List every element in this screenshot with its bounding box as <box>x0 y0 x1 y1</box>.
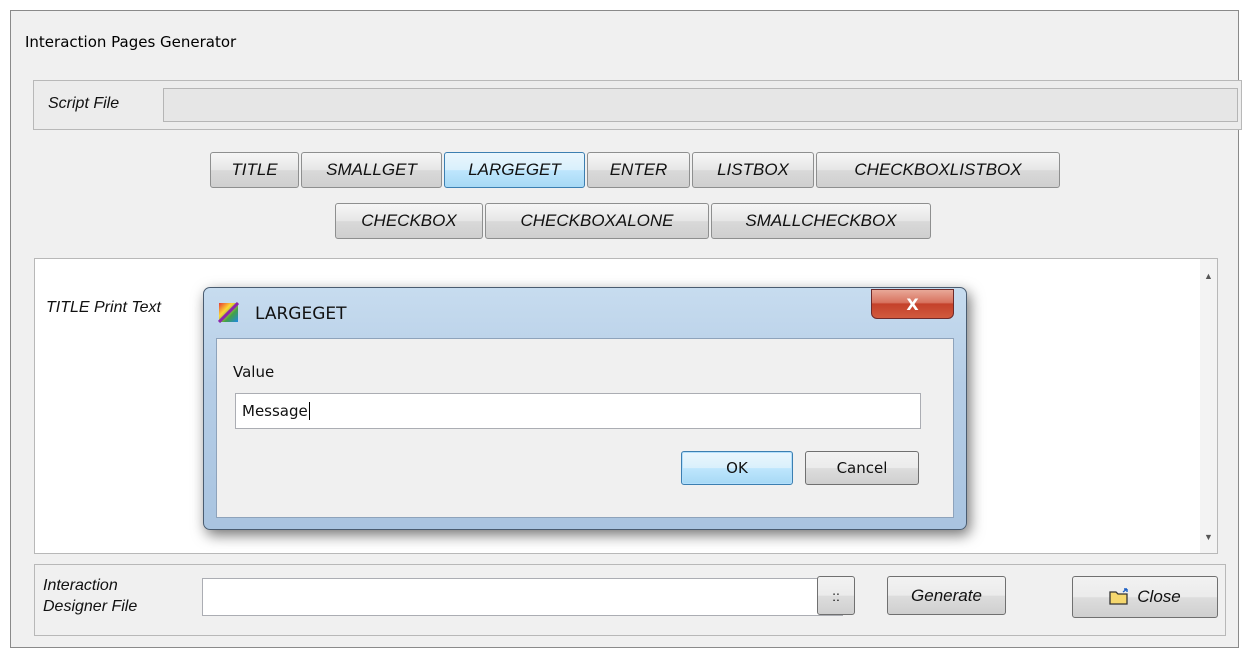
tool-button-enter[interactable]: ENTER <box>587 152 690 188</box>
app-icon <box>217 301 240 324</box>
tool-button-checkbox[interactable]: CHECKBOX <box>335 203 483 239</box>
tool-button-smallcheckbox[interactable]: SMALLCHECKBOX <box>711 203 931 239</box>
largeget-dialog: LARGEGET X Value Message OK Cancel <box>203 287 967 530</box>
script-file-field[interactable] <box>163 88 1238 122</box>
text-cursor <box>308 402 310 420</box>
script-file-label: Script File <box>48 95 120 112</box>
browse-button[interactable]: :: <box>817 576 855 615</box>
title-print-label: TITLE Print Text <box>46 299 161 316</box>
tool-button-title[interactable]: TITLE <box>210 152 299 188</box>
generate-button[interactable]: Generate <box>887 576 1006 615</box>
cancel-button[interactable]: Cancel <box>805 451 919 485</box>
tool-button-largeget[interactable]: LARGEGET <box>444 152 585 188</box>
tool-button-listbox[interactable]: LISTBOX <box>692 152 814 188</box>
value-text: Message <box>242 402 308 420</box>
interaction-designer-file-label: Interaction Designer File <box>43 575 137 617</box>
bottom-row: Interaction Designer File :: Generate Cl… <box>34 564 1226 636</box>
tool-button-checkboxlistbox[interactable]: CHECKBOXLISTBOX <box>816 152 1060 188</box>
scroll-down-icon[interactable]: ▼ <box>1200 528 1217 545</box>
script-file-row: Script File <box>33 80 1242 130</box>
dialog-title: LARGEGET <box>255 304 347 324</box>
value-label: Value <box>233 363 275 381</box>
idf-label-line1: Interaction <box>43 577 118 594</box>
value-input[interactable]: Message <box>235 393 921 429</box>
dialog-body: Value Message OK Cancel <box>216 338 954 518</box>
dialog-close-button[interactable]: X <box>871 289 954 319</box>
tool-button-smallget[interactable]: SMALLGET <box>301 152 442 188</box>
close-button-label: Close <box>1137 587 1181 606</box>
window-title: Interaction Pages Generator <box>25 33 237 51</box>
interaction-designer-file-field[interactable] <box>202 578 843 616</box>
scroll-up-icon[interactable]: ▲ <box>1200 267 1217 284</box>
folder-open-icon <box>1109 588 1131 606</box>
vertical-scrollbar[interactable]: ▲ ▼ <box>1200 259 1217 553</box>
ok-button[interactable]: OK <box>681 451 793 485</box>
close-icon: X <box>906 294 919 314</box>
idf-label-line2: Designer File <box>43 598 138 615</box>
close-button[interactable]: Close <box>1072 576 1218 618</box>
tool-button-checkboxalone[interactable]: CHECKBOXALONE <box>485 203 709 239</box>
